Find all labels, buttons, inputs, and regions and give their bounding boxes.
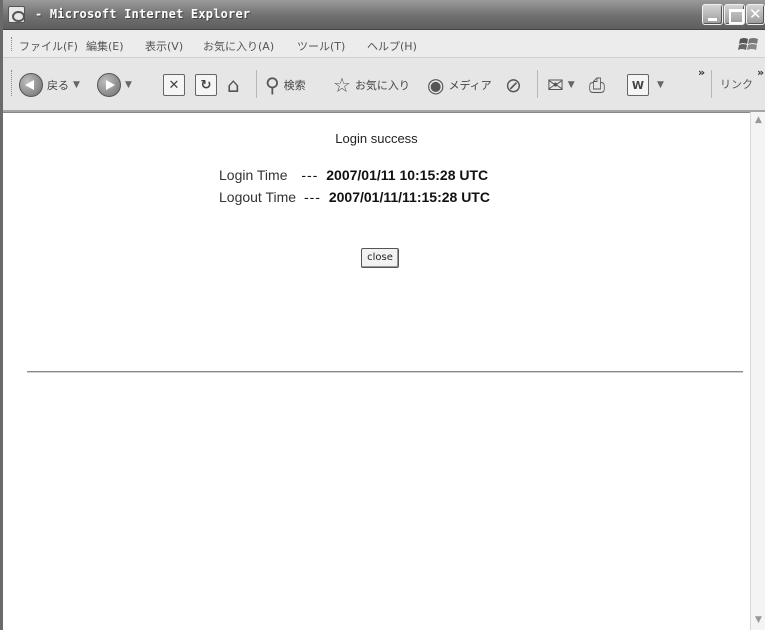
home-icon: ⌂ [227,73,240,97]
logout-time-row: Logout Time --- 2007/01/11/11:15:28 UTC [219,189,490,205]
mail-icon: ✉ [547,73,564,97]
menubar-grip[interactable] [11,37,13,51]
logout-time-value: 2007/01/11/11:15:28 UTC [328,189,490,205]
history-icon: ⊘ [505,73,522,97]
menu-view[interactable]: 表示(V) [145,38,183,54]
menu-tools[interactable]: ツール(T) [297,38,345,54]
close-button[interactable]: close [361,248,399,268]
print-icon: ⎙ [589,73,605,97]
back-label: 戻る [47,79,69,92]
menu-bar: ファイル(F) 編集(E) 表示(V) お気に入り(A) ツール(T) ヘルプ(… [3,30,765,58]
toolbar-separator [537,70,538,98]
login-time-dashes: --- [301,167,319,183]
links-overflow-chevron[interactable]: » [757,66,764,79]
search-button[interactable]: ⚲ 検索 [265,72,306,98]
title-bar[interactable]: - Microsoft Internet Explorer [3,0,765,30]
login-status-message: Login success [335,131,418,146]
standard-toolbar: 戻る ▼ ▼ ✕ ↻ ⌂ ⚲ 検索 ☆ お気に入り ◉ メディア ⊘ ✉ ▼ ⎙… [3,58,765,112]
search-label: 検索 [283,79,306,92]
links-label[interactable]: リンク [720,76,753,92]
back-icon [19,73,43,97]
page-viewport: Login success Login Time --- 2007/01/11 … [3,112,750,630]
word-icon: W [627,74,649,96]
toolbar-separator [256,70,257,98]
forward-button[interactable]: ▼ [97,72,132,98]
forward-icon [97,73,121,97]
menu-favorites[interactable]: お気に入り(A) [203,38,274,54]
search-icon: ⚲ [265,73,280,97]
favorites-star-icon: ☆ [333,73,351,97]
logout-time-dashes: --- [303,189,321,205]
word-dropdown-icon[interactable]: ▼ [657,80,664,90]
back-dropdown-icon[interactable]: ▼ [73,80,80,90]
history-button[interactable]: ⊘ [505,72,522,98]
mail-dropdown-icon[interactable]: ▼ [568,80,575,90]
maximize-button[interactable] [724,4,745,25]
favorites-button[interactable]: ☆ お気に入り [333,72,410,98]
print-button[interactable]: ⎙ [589,72,605,98]
stop-button[interactable]: ✕ [163,72,185,98]
refresh-button[interactable]: ↻ [195,72,217,98]
toolbar-grip[interactable] [11,70,13,96]
logout-time-label: Logout Time [219,189,297,205]
stop-icon: ✕ [163,74,185,96]
vertical-scrollbar[interactable]: ▲ ▼ [750,112,765,630]
menu-file[interactable]: ファイル(F) [19,38,78,54]
home-button[interactable]: ⌂ [227,72,240,98]
menu-help[interactable]: ヘルプ(H) [367,38,417,54]
media-icon: ◉ [427,73,445,97]
close-window-button[interactable] [746,4,765,25]
toolbar-overflow-chevron[interactable]: » [698,66,705,79]
login-time-label: Login Time [219,167,288,183]
media-label: メディア [448,79,492,92]
favorites-label: お気に入り [354,79,410,92]
scroll-up-arrow-icon[interactable]: ▲ [753,114,764,126]
browser-window: - Microsoft Internet Explorer ファイル(F) 編集… [0,0,765,630]
login-time-value: 2007/01/11 10:15:28 UTC [326,167,489,183]
login-time-row: Login Time --- 2007/01/11 10:15:28 UTC [219,167,488,183]
forward-dropdown-icon[interactable]: ▼ [125,80,132,90]
word-button[interactable]: W ▼ [627,72,664,98]
ie-app-icon[interactable] [8,6,25,23]
horizontal-rule [27,371,743,373]
toolbar-separator [711,70,712,98]
window-title: - Microsoft Internet Explorer [35,7,251,21]
media-button[interactable]: ◉ メディア [427,72,492,98]
mail-button[interactable]: ✉ ▼ [547,72,575,98]
menu-edit[interactable]: 編集(E) [86,38,124,54]
back-button[interactable]: 戻る ▼ [19,72,80,98]
minimize-button[interactable] [702,4,723,25]
scroll-down-arrow-icon[interactable]: ▼ [753,614,764,626]
windows-flag-icon [738,38,758,50]
refresh-icon: ↻ [195,74,217,96]
